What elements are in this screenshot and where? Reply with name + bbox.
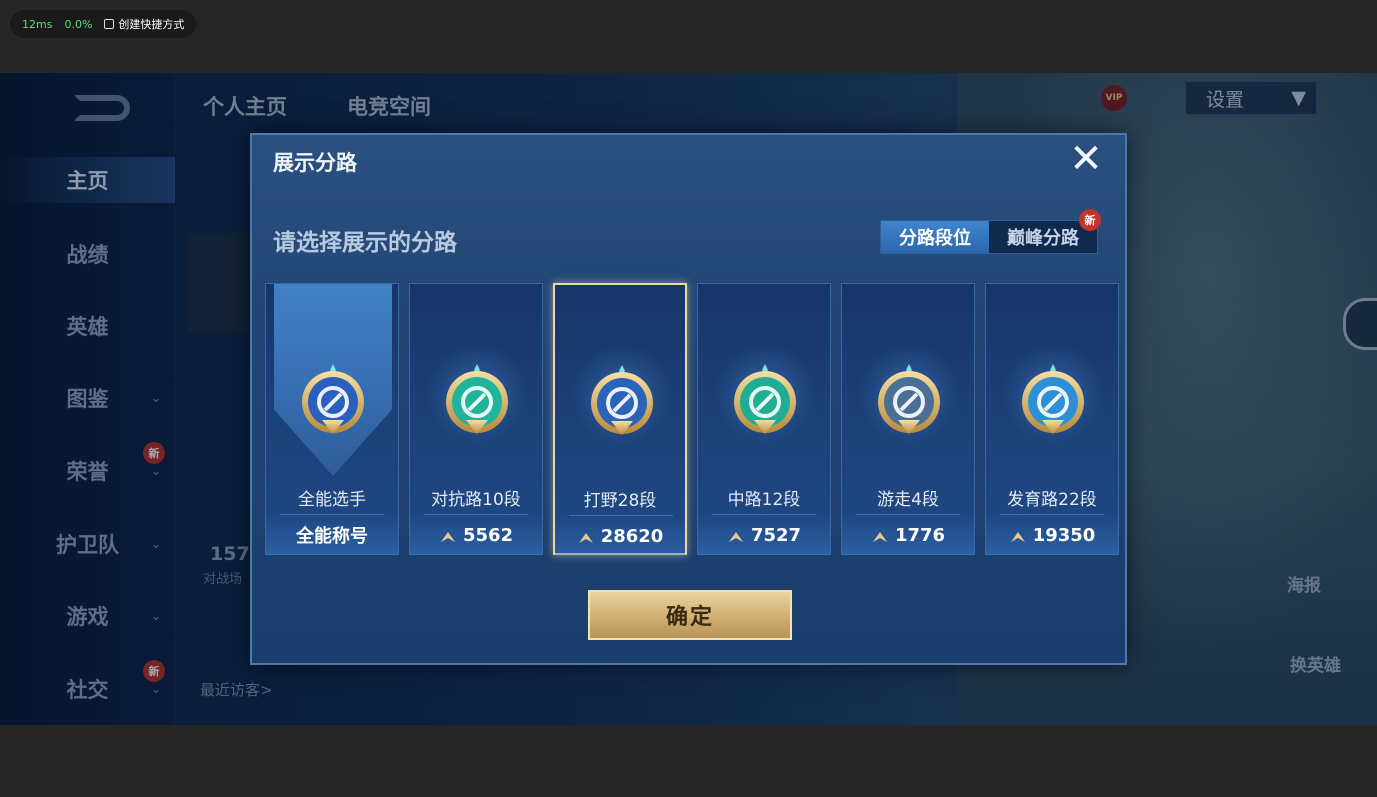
lane-card[interactable]: 发育路22段 19350	[985, 283, 1119, 555]
lane-card[interactable]: 游走4段 1776	[841, 283, 975, 555]
lane-card[interactable]: 对抗路10段 5562	[409, 283, 543, 555]
lane-card[interactable]: 打野28段 28620	[553, 283, 687, 556]
latency-readout: 12ms	[22, 17, 53, 31]
rank-points: 5562	[462, 524, 514, 546]
rank-points: 28620	[600, 525, 664, 547]
dialog-title: 展示分路	[273, 151, 357, 175]
rank-points-icon	[439, 528, 457, 542]
title-label: 全能称号	[296, 526, 368, 547]
lane-rank-label: 打野28段	[583, 491, 657, 511]
farm-lane-badge-icon	[1018, 362, 1088, 436]
segment-label: 巅峰分路	[1007, 228, 1079, 249]
perf-overlay: 12ms 0.0% 创建快捷方式	[10, 10, 197, 38]
lane-rank-label: 发育路22段	[1007, 490, 1097, 510]
card-footer: 7527	[698, 515, 830, 555]
dialog-subtitle: 请选择展示的分路	[273, 230, 457, 256]
lane-rank-label: 全能选手	[298, 490, 366, 510]
all-rounder-badge-icon	[298, 362, 368, 436]
card-footer: 5562	[410, 515, 542, 555]
rank-points: 7527	[750, 524, 802, 546]
mid-lane-badge-icon	[730, 362, 800, 436]
rank-points: 19350	[1032, 524, 1096, 546]
rank-points-icon	[727, 528, 745, 542]
card-footer: 1776	[842, 515, 974, 555]
lane-card-list: 全能选手 全能称号 对抗路10段 5562 打野28段 28620 中路12段 7527 游走4…	[265, 283, 1119, 556]
card-footer: 全能称号	[266, 515, 398, 555]
rank-points-icon	[871, 528, 889, 542]
segment-peak-lane[interactable]: 巅峰分路 新	[989, 209, 1101, 253]
shortcut-icon	[104, 19, 115, 29]
lane-rank-label: 对抗路10段	[431, 490, 521, 510]
lane-rank-label: 中路12段	[727, 490, 801, 510]
confirm-button[interactable]: 确定	[588, 590, 792, 640]
new-badge: 新	[1079, 209, 1101, 231]
card-footer: 28620	[555, 516, 685, 556]
jungle-badge-icon	[587, 363, 657, 437]
rank-points-icon	[577, 529, 595, 543]
rank-points: 1776	[894, 524, 946, 546]
roam-badge-icon	[874, 362, 944, 436]
rank-points-icon	[1009, 528, 1027, 542]
packet-loss-readout: 0.0%	[64, 17, 93, 31]
lane-rank-label: 游走4段	[877, 490, 939, 510]
segment-lane-rank[interactable]: 分路段位	[881, 221, 989, 253]
game-viewport: 主页 战绩 英雄 图鉴 ⌄ 荣誉 ⌄ 新护卫队 ⌄ 游戏 ⌄ 社交 ⌄ 新 个人主页 电竞空间 VIP 设…	[0, 73, 1377, 725]
clash-lane-badge-icon	[442, 362, 512, 436]
show-lane-dialog: 展示分路 ✕ 请选择展示的分路 分路段位 巅峰分路 新 全能选手 全能称号 对抗路1…	[250, 133, 1127, 665]
shortcut-link[interactable]: 创建快捷方式	[104, 16, 184, 32]
lane-type-toggle: 分路段位 巅峰分路 新	[880, 209, 1101, 254]
shortcut-label: 创建快捷方式	[118, 18, 185, 31]
lane-card[interactable]: 全能选手 全能称号	[265, 283, 399, 555]
segment-label: 分路段位	[899, 228, 971, 249]
close-icon[interactable]: ✕	[1067, 139, 1105, 179]
card-footer: 19350	[986, 515, 1118, 555]
lane-card[interactable]: 中路12段 7527	[697, 283, 831, 555]
